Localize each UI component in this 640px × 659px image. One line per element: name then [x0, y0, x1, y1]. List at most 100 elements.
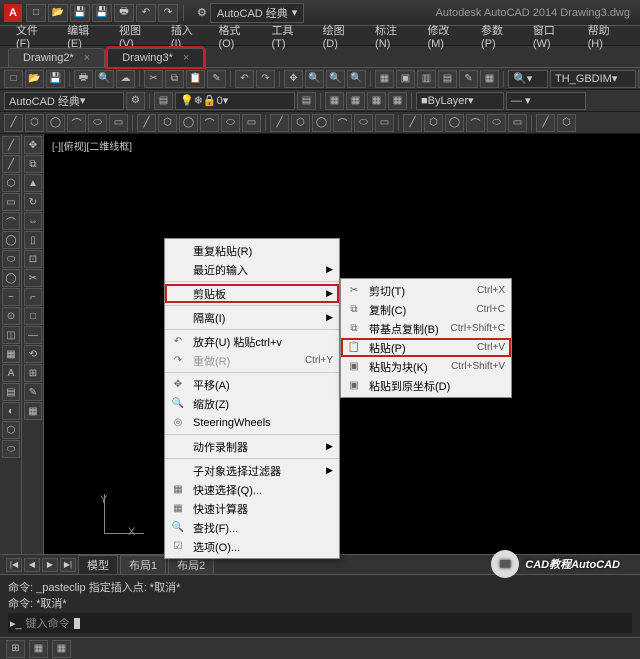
gear-icon[interactable]: ⚙ — [126, 92, 145, 110]
tool-icon[interactable]: — — [24, 326, 42, 344]
tool-icon[interactable]: ╱ — [270, 114, 289, 132]
menu-item[interactable]: 帮助(H) — [580, 20, 632, 52]
redo-icon[interactable]: ↷ — [256, 70, 275, 88]
tool-icon[interactable]: ⬭ — [221, 114, 240, 132]
tool-icon[interactable]: ⬡ — [2, 421, 20, 439]
lp4-icon[interactable]: ▦ — [388, 92, 407, 110]
color-dropdown[interactable]: ■ ByLayer ▾ — [416, 92, 504, 110]
menu-item[interactable]: 工具(T) — [263, 20, 314, 52]
command-line[interactable]: 命令: _pasteclip 指定插入点: *取消* 命令: *取消* ▸_ 键… — [0, 574, 640, 637]
tool-icon[interactable]: ⌒ — [67, 114, 86, 132]
tool-icon[interactable]: ◯ — [445, 114, 464, 132]
lp1-icon[interactable]: ▦ — [325, 92, 344, 110]
tool-icon[interactable]: ⟲ — [24, 345, 42, 363]
open-icon[interactable]: 📂 — [25, 70, 44, 88]
tool-palette-icon[interactable]: ▥ — [417, 70, 436, 88]
tool-icon[interactable]: ⬡ — [291, 114, 310, 132]
layer-prev-icon[interactable]: ▤ — [297, 92, 316, 110]
context-menu-item[interactable]: 剪贴板▶ — [165, 284, 339, 303]
tool-icon[interactable]: ▦ — [24, 402, 42, 420]
preview-icon[interactable]: 🔍 — [95, 70, 114, 88]
lp2-icon[interactable]: ▦ — [346, 92, 365, 110]
layout-tab[interactable]: 模型 — [78, 555, 118, 575]
zoom-prev-icon[interactable]: 🔍 — [347, 70, 366, 88]
context-menu-item[interactable]: ☑选项(O)... — [165, 537, 339, 556]
menu-item[interactable]: 编辑(E) — [59, 20, 111, 52]
tool-icon[interactable]: ⬭ — [88, 114, 107, 132]
tool-icon[interactable]: ▭ — [2, 193, 20, 211]
tool-icon[interactable]: ◯ — [2, 269, 20, 287]
context-menu-item[interactable]: ⧉带基点复制(B)Ctrl+Shift+C — [341, 319, 511, 338]
context-menu-item[interactable]: ▣粘贴到原坐标(D) — [341, 376, 511, 395]
publish-icon[interactable]: ☁ — [116, 70, 135, 88]
dimstyle-dropdown[interactable]: TH_GBDIM ▾ — [550, 70, 636, 88]
tool-icon[interactable]: ▭ — [375, 114, 394, 132]
tool-icon[interactable]: ╱ — [2, 155, 20, 173]
tool-icon[interactable]: ~ — [2, 288, 20, 306]
layer-mgr-icon[interactable]: ▤ — [154, 92, 173, 110]
menu-item[interactable]: 视图(V) — [111, 20, 163, 52]
tool-icon[interactable]: ▭ — [109, 114, 128, 132]
tool-icon[interactable]: ▤ — [2, 383, 20, 401]
tool-icon[interactable]: ⊙ — [2, 307, 20, 325]
context-menu-item[interactable]: 🔍查找(F)... — [165, 518, 339, 537]
calc-icon[interactable]: ▦ — [480, 70, 499, 88]
context-menu-item[interactable]: ↶放弃(U) 粘贴ctrl+v — [165, 332, 339, 351]
context-menu-item[interactable]: 📋粘贴(P)Ctrl+V — [341, 338, 511, 357]
tool-icon[interactable]: ↻ — [24, 193, 42, 211]
tool-icon[interactable]: ╱ — [536, 114, 555, 132]
tool-icon[interactable]: ▲ — [24, 174, 42, 192]
menu-item[interactable]: 参数(P) — [473, 20, 525, 52]
tool-icon[interactable]: ▭ — [508, 114, 527, 132]
tool-icon[interactable]: ⬭ — [2, 440, 20, 458]
tool-icon[interactable]: ⌒ — [333, 114, 352, 132]
tool-icon[interactable]: ▭ — [242, 114, 261, 132]
context-menu-item[interactable]: 动作录制器▶ — [165, 437, 339, 456]
pan-icon[interactable]: ✥ — [284, 70, 303, 88]
tool-icon[interactable]: ⬭ — [2, 250, 20, 268]
zoom-win-icon[interactable]: 🔍 — [326, 70, 345, 88]
sb-infer-icon[interactable]: ⊞ — [6, 640, 25, 658]
tool-icon[interactable]: ◐ — [2, 402, 20, 420]
tool-icon[interactable]: ✎ — [24, 383, 42, 401]
tool-icon[interactable]: ◯ — [46, 114, 65, 132]
context-menu-item[interactable]: 隔离(I)▶ — [165, 308, 339, 327]
tool-icon[interactable]: ⬭ — [487, 114, 506, 132]
context-menu-item[interactable]: ✥平移(A) — [165, 375, 339, 394]
tool-icon[interactable]: A — [2, 364, 20, 382]
paste-icon[interactable]: 📋 — [186, 70, 205, 88]
menu-item[interactable]: 修改(M) — [419, 20, 473, 52]
close-icon[interactable]: × — [183, 52, 189, 64]
match-icon[interactable]: ✎ — [207, 70, 226, 88]
tool-icon[interactable]: ✂ — [24, 269, 42, 287]
layout-nav-button[interactable]: |◀ — [6, 558, 22, 572]
lp3-icon[interactable]: ▦ — [367, 92, 386, 110]
tool-icon[interactable]: ⊞ — [24, 364, 42, 382]
tool-icon[interactable]: ◫ — [2, 326, 20, 344]
tool-icon[interactable]: ⬡ — [25, 114, 44, 132]
copy-icon[interactable]: ⧉ — [165, 70, 184, 88]
menu-item[interactable]: 文件(F) — [8, 20, 59, 52]
layer-dropdown[interactable]: 💡❄🔒 0 ▾ — [175, 92, 295, 110]
new-icon[interactable]: □ — [4, 70, 23, 88]
tool-icon[interactable]: ▯ — [24, 231, 42, 249]
linetype-dropdown[interactable]: — ▾ — [506, 92, 586, 110]
sb-grid-icon[interactable]: ▦ — [52, 640, 71, 658]
context-menu-item[interactable]: 最近的输入▶ — [165, 260, 339, 279]
context-menu-item[interactable]: ▣粘贴为块(K)Ctrl+Shift+V — [341, 357, 511, 376]
layout-nav-button[interactable]: ◀ — [24, 558, 40, 572]
context-menu-item[interactable]: ⧉复制(C)Ctrl+C — [341, 300, 511, 319]
tool-icon[interactable]: ⬭ — [354, 114, 373, 132]
workspace-combo[interactable]: AutoCAD 经典 ▾ — [4, 92, 124, 110]
tool-icon[interactable]: ◯ — [312, 114, 331, 132]
tool-icon[interactable]: ⊡ — [24, 250, 42, 268]
context-menu-item[interactable]: 🔍缩放(Z) — [165, 394, 339, 413]
document-tab[interactable]: Drawing2*× — [8, 48, 105, 67]
tool-icon[interactable]: ╱ — [137, 114, 156, 132]
menu-item[interactable]: 窗口(W) — [525, 20, 580, 52]
document-tab[interactable]: Drawing3*× — [107, 48, 204, 67]
tool-icon[interactable]: ╱ — [2, 136, 20, 154]
save-icon[interactable]: 💾 — [46, 70, 65, 88]
context-menu-item[interactable]: ▦快速选择(Q)... — [165, 480, 339, 499]
tool-icon[interactable]: ⬡ — [2, 174, 20, 192]
